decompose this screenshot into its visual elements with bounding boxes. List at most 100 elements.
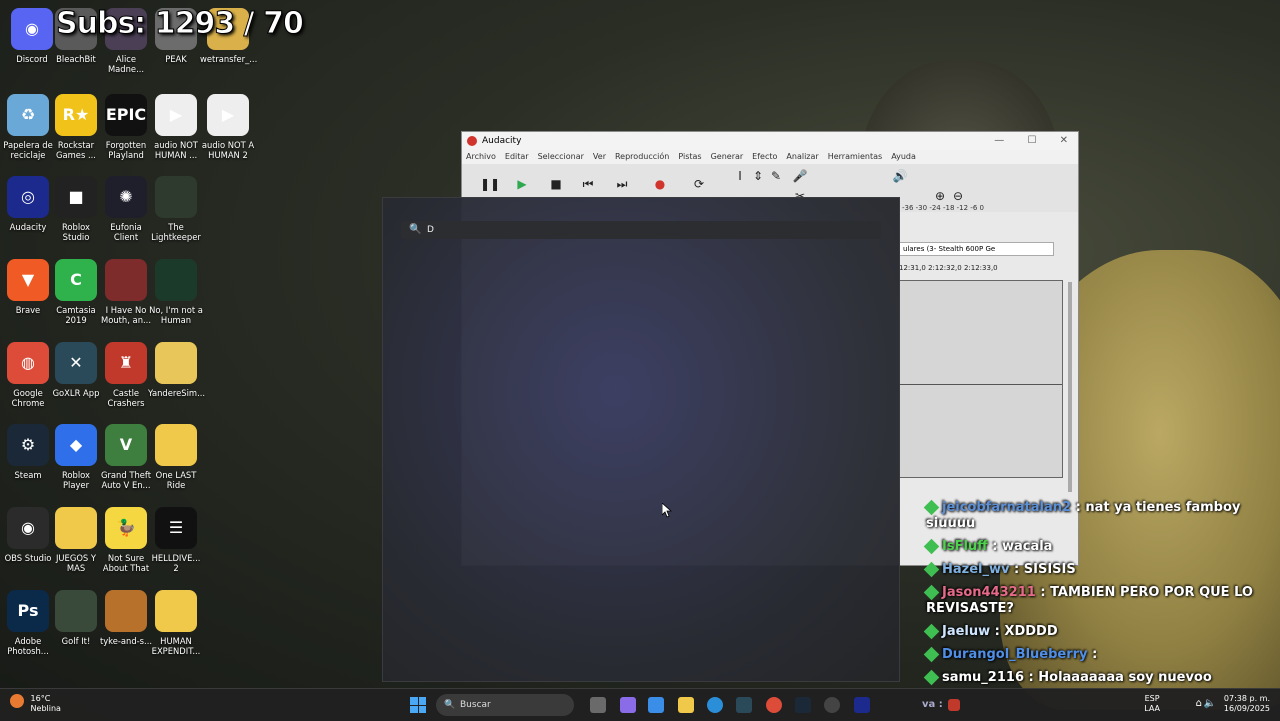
menu-item[interactable]: Reproducción	[615, 152, 669, 161]
desktop-icon[interactable]: R★ Rockstar Games ...	[48, 94, 104, 160]
chat-username: samu_2116	[942, 670, 1024, 685]
maximize-icon[interactable]: ☐	[1027, 135, 1036, 146]
stop-icon[interactable]: ■	[544, 174, 568, 194]
desktop-icon[interactable]: EPIC Forgotten Playland	[98, 94, 154, 160]
steam-taskbar-icon[interactable]	[795, 697, 811, 713]
desktop-icon[interactable]: HUMAN EXPENDIT...	[148, 590, 204, 656]
zoom-out-icon[interactable]: ⊖	[946, 186, 970, 206]
edge-icon[interactable]	[707, 697, 723, 713]
clock-date: 16/09/2025	[1223, 704, 1270, 713]
desktop-icon-label: Forgotten Playland	[105, 140, 147, 160]
weather-temp: 16°C	[30, 694, 51, 703]
speaker-icon[interactable]: 🔊	[888, 166, 912, 186]
device-select[interactable]: ulares (3- Stealth 600P Ge	[899, 242, 1054, 256]
desktop-icon[interactable]: Golf It!	[48, 590, 104, 646]
desktop-icon[interactable]: ☰ HELLDIVE... 2	[148, 507, 204, 573]
menu-item[interactable]: Generar	[711, 152, 744, 161]
chat-username: Jaeluw	[942, 624, 991, 639]
app-icon: ⚙	[7, 424, 49, 466]
app-icon: EPIC	[105, 94, 147, 136]
file-explorer-icon[interactable]	[678, 697, 694, 713]
taskbar-search[interactable]: 🔍 Buscar	[436, 694, 574, 716]
skip-end-icon[interactable]: ⏭	[610, 174, 634, 194]
menu-item[interactable]: Pistas	[678, 152, 701, 161]
desktop-icon[interactable]: 🦆 Not Sure About That	[98, 507, 154, 573]
chat-badge-icon	[923, 584, 940, 601]
audacity-titlebar[interactable]: Audacity — ☐ ✕	[462, 132, 1078, 150]
desktop-icon[interactable]: ◆ Roblox Player	[48, 424, 104, 490]
desktop-icon[interactable]: ▶ audio NOT A HUMAN 2	[200, 94, 256, 160]
app-icon: R★	[55, 94, 97, 136]
desktop-icon[interactable]: One LAST Ride	[148, 424, 204, 490]
app-icon: ◉	[11, 8, 53, 50]
goxlr-taskbar-icon[interactable]	[736, 697, 752, 713]
minimize-icon[interactable]: —	[994, 135, 1004, 146]
audacity-taskbar-icon[interactable]	[854, 697, 870, 713]
desktop-icon[interactable]: ▶ audio NOT HUMAN ...	[148, 94, 204, 160]
start-button[interactable]	[410, 697, 426, 713]
menu-item[interactable]: Archivo	[466, 152, 496, 161]
desktop-icon[interactable]: tyke-and-s...	[98, 590, 154, 646]
menu-item[interactable]: Ayuda	[891, 152, 916, 161]
stream-app-icon[interactable]	[948, 699, 960, 711]
vertical-scrollbar[interactable]	[1068, 282, 1072, 492]
skip-start-icon[interactable]: ⏮	[576, 174, 600, 194]
desktop-icon[interactable]: YandereSim...	[148, 342, 205, 398]
loop-icon[interactable]: ⟳	[687, 174, 711, 194]
pause-icon[interactable]: ❚❚	[478, 174, 502, 194]
chat-message: Durangol_Blueberry :	[923, 646, 1276, 663]
desktop-icon[interactable]: ♜ Castle Crashers	[98, 342, 154, 408]
menu-item[interactable]: Analizar	[786, 152, 818, 161]
close-icon[interactable]: ✕	[1060, 135, 1068, 146]
store-icon[interactable]	[648, 697, 664, 713]
menu-item[interactable]: Editar	[505, 152, 529, 161]
desktop-icon[interactable]: No, I'm not a Human	[148, 259, 204, 325]
record-icon[interactable]: ●	[648, 174, 672, 194]
search-box[interactable]: 🔍	[401, 221, 881, 239]
desktop-icon-label: tyke-and-s...	[99, 636, 153, 646]
desktop-icon[interactable]: ■ Roblox Studio	[48, 176, 104, 242]
app-icon: C	[55, 259, 97, 301]
app-icon: ✕	[55, 342, 97, 384]
task-view-icon[interactable]	[590, 697, 606, 713]
desktop-icon-label: BleachBit	[56, 54, 96, 64]
chat-badge-icon	[923, 538, 940, 555]
draw-tool-icon[interactable]: ✎	[764, 166, 788, 186]
menu-item[interactable]: Ver	[593, 152, 606, 161]
desktop-icon[interactable]: C Camtasia 2019	[48, 259, 104, 325]
audacity-title: Audacity	[482, 136, 522, 146]
chat-badge-icon	[923, 646, 940, 663]
desktop-icon[interactable]: V Grand Theft Auto V En...	[98, 424, 154, 490]
mic-icon[interactable]: 🎤	[788, 166, 812, 186]
weather-widget[interactable]: 16°C Neblina	[10, 694, 61, 714]
play-icon[interactable]: ▶	[510, 174, 534, 194]
menu-item[interactable]: Seleccionar	[538, 152, 584, 161]
timeline-ruler[interactable]: 12:31,0 2:12:32,0 2:12:33,0	[899, 264, 998, 272]
desktop-icon[interactable]: The Lightkeeper	[148, 176, 204, 242]
desktop-icon[interactable]: ✕ GoXLR App	[48, 342, 104, 398]
network-icon[interactable]: ⌂	[1196, 698, 1202, 709]
chat-text: SISISIS	[1023, 562, 1076, 577]
clock[interactable]: 07:38 p. m. 16/09/2025	[1224, 694, 1270, 714]
chrome-taskbar-icon[interactable]	[766, 697, 782, 713]
app-icon: ☰	[155, 507, 197, 549]
volume-icon[interactable]: 🔈	[1204, 698, 1216, 709]
desktop-icon[interactable]: I Have No Mouth, an...	[98, 259, 154, 325]
app-icon	[105, 590, 147, 632]
language-indicator[interactable]: ESP LAA	[1144, 694, 1160, 714]
menu-item[interactable]: Herramientas	[828, 152, 883, 161]
obs-taskbar-icon[interactable]	[824, 697, 840, 713]
menu-item[interactable]: Efecto	[752, 152, 777, 161]
desktop-icon[interactable]: ✺ Eufonia Client	[98, 176, 154, 242]
desktop-icon-label: audio NOT HUMAN ...	[154, 140, 198, 160]
desktop-icon-label: audio NOT A HUMAN 2	[201, 140, 255, 160]
desktop-icon-label: Rockstar Games ...	[56, 140, 96, 160]
desktop-icon-label: The Lightkeeper	[151, 222, 201, 242]
lang-line2: LAA	[1144, 704, 1160, 713]
audio-track[interactable]	[899, 280, 1063, 478]
chat-text: XDDDD	[1004, 624, 1058, 639]
copilot-icon[interactable]	[620, 697, 636, 713]
desktop-icon-label: Roblox Studio	[61, 222, 91, 242]
search-input[interactable]	[427, 223, 867, 237]
desktop-icon[interactable]: JUEGOS Y MAS	[48, 507, 104, 573]
